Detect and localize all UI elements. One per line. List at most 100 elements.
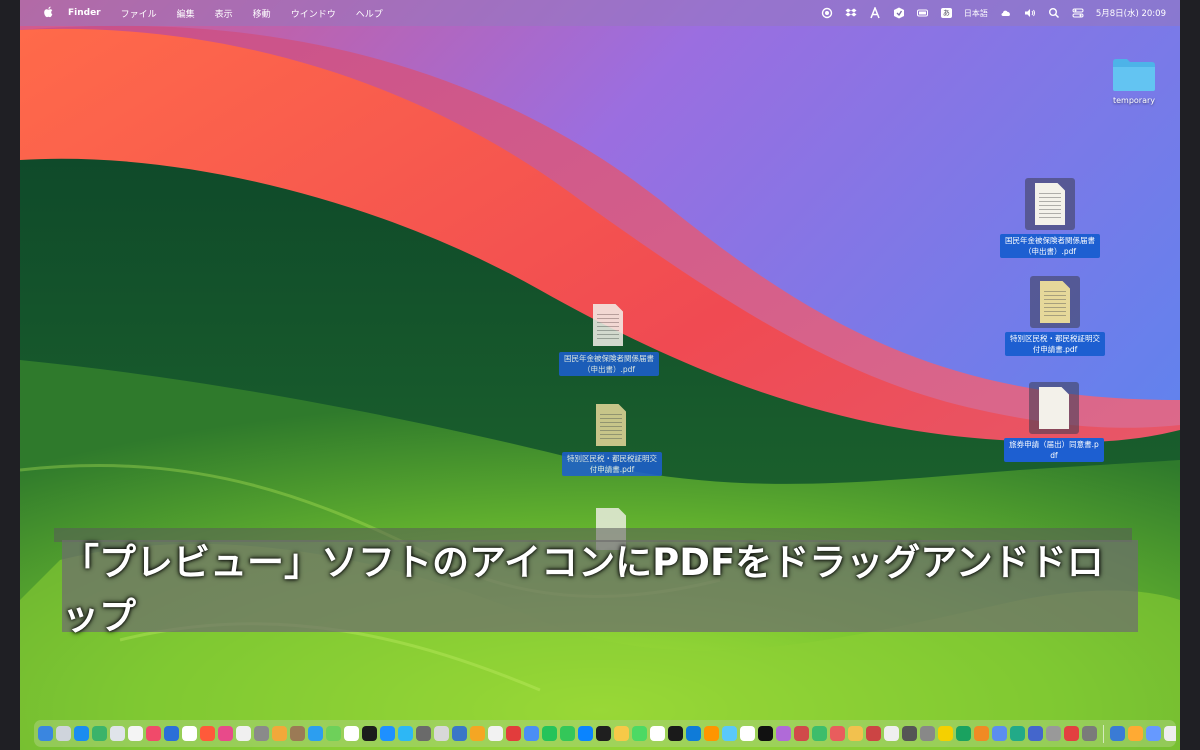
- dock-app-icon[interactable]: [218, 726, 233, 741]
- pdf-file-icon: [1029, 382, 1079, 434]
- desktop-file[interactable]: 旅券申請（届出）同意書.pdf: [1004, 382, 1104, 462]
- dock-app-icon[interactable]: [38, 726, 53, 741]
- dock-app-icon[interactable]: [848, 726, 863, 741]
- record-icon[interactable]: [821, 7, 833, 19]
- dock-app-icon[interactable]: [578, 726, 593, 741]
- dock-app-icon[interactable]: [452, 726, 467, 741]
- dock-app-icon[interactable]: [470, 726, 485, 741]
- dock-app-icon[interactable]: [830, 726, 845, 741]
- dock-app-icon[interactable]: [74, 726, 89, 741]
- dock-separator: [1103, 724, 1104, 743]
- dock-app-icon[interactable]: [938, 726, 953, 741]
- dock-app-icon[interactable]: [344, 726, 359, 741]
- dock-app-icon[interactable]: [1028, 726, 1043, 741]
- dock-app-icon[interactable]: [956, 726, 971, 741]
- menu-clock[interactable]: 5月8日(水) 20:09: [1096, 7, 1166, 19]
- dock-app-icon[interactable]: [1082, 726, 1097, 741]
- font-icon[interactable]: [869, 7, 881, 19]
- battery-icon[interactable]: [916, 7, 929, 19]
- dock-app-icon[interactable]: [146, 726, 161, 741]
- menu-window[interactable]: ウインドウ: [281, 7, 346, 20]
- desktop-file[interactable]: 国民年金被保険者関係届書（申出書）.pdf: [1000, 178, 1100, 258]
- dock-app-icon[interactable]: [128, 726, 143, 741]
- dock-app-icon[interactable]: [290, 726, 305, 741]
- dock-app-icon[interactable]: [722, 726, 737, 741]
- dock-app-icon[interactable]: [812, 726, 827, 741]
- dragging-file[interactable]: 国民年金被保険者関係届書（申出書）.pdf: [559, 304, 659, 376]
- menu-edit[interactable]: 編集: [167, 7, 205, 20]
- dock-app-icon[interactable]: [308, 726, 323, 741]
- dock: [34, 720, 1176, 747]
- dock-app-icon[interactable]: [1064, 726, 1079, 741]
- dock-app-icon[interactable]: [362, 726, 377, 741]
- cloud-icon[interactable]: [1000, 7, 1012, 19]
- dock-app-icon[interactable]: [254, 726, 269, 741]
- dock-app-icon[interactable]: [326, 726, 341, 741]
- dock-app-icon[interactable]: [776, 726, 791, 741]
- input-source-label[interactable]: 日本語: [964, 8, 988, 19]
- dragging-file[interactable]: 特別区民税・都民税証明交付申請書.pdf: [562, 404, 662, 476]
- dock-app-icon[interactable]: [1010, 726, 1025, 741]
- file-label: 国民年金被保険者関係届書（申出書）.pdf: [1000, 234, 1100, 258]
- dock-app-icon[interactable]: [1164, 726, 1176, 741]
- volume-icon[interactable]: [1024, 7, 1036, 19]
- dock-app-icon[interactable]: [272, 726, 287, 741]
- dock-app-icon[interactable]: [236, 726, 251, 741]
- dock-app-icon[interactable]: [416, 726, 431, 741]
- dock-app-icon[interactable]: [1128, 726, 1143, 741]
- menu-go[interactable]: 移動: [243, 7, 281, 20]
- vpn-icon[interactable]: [893, 7, 905, 19]
- dock-app-icon[interactable]: [92, 726, 107, 741]
- dock-app-icon[interactable]: [866, 726, 881, 741]
- dock-app-icon[interactable]: [110, 726, 125, 741]
- dock-app-icon[interactable]: [596, 726, 611, 741]
- dock-app-icon[interactable]: [200, 726, 215, 741]
- menu-help[interactable]: ヘルプ: [346, 7, 393, 20]
- file-label: 国民年金被保険者関係届書（申出書）.pdf: [559, 352, 659, 376]
- desktop-folder[interactable]: temporary: [1084, 56, 1184, 105]
- dock-app-icon[interactable]: [506, 726, 521, 741]
- dock-app-icon[interactable]: [488, 726, 503, 741]
- dock-app-icon[interactable]: [1046, 726, 1061, 741]
- dock-app-icon[interactable]: [740, 726, 755, 741]
- dock-app-icon[interactable]: [992, 726, 1007, 741]
- dock-app-icon[interactable]: [164, 726, 179, 741]
- dropbox-icon[interactable]: [845, 7, 857, 19]
- dock-app-icon[interactable]: [1146, 726, 1161, 741]
- dock-app-icon[interactable]: [632, 726, 647, 741]
- dock-app-icon[interactable]: [182, 726, 197, 741]
- search-icon[interactable]: [1048, 7, 1060, 19]
- dock-app-icon[interactable]: [434, 726, 449, 741]
- desktop-file[interactable]: 特別区民税・都民税証明交付申請書.pdf: [1005, 276, 1105, 356]
- apple-menu-icon[interactable]: [34, 6, 64, 21]
- dock-app-icon[interactable]: [398, 726, 413, 741]
- dock-app-icon[interactable]: [560, 726, 575, 741]
- dock-app-icon[interactable]: [1110, 726, 1125, 741]
- dock-app-icon[interactable]: [542, 726, 557, 741]
- dock-app-icon[interactable]: [902, 726, 917, 741]
- dock-app-icon[interactable]: [974, 726, 989, 741]
- dock-app-icon[interactable]: [614, 726, 629, 741]
- control-center-icon[interactable]: [1072, 7, 1084, 19]
- dock-app-icon[interactable]: [380, 726, 395, 741]
- dock-app-icon[interactable]: [668, 726, 683, 741]
- file-label: 特別区民税・都民税証明交付申請書.pdf: [562, 452, 662, 476]
- menu-view[interactable]: 表示: [205, 7, 243, 20]
- dock-app-icon[interactable]: [686, 726, 701, 741]
- video-caption: 「プレビュー」ソフトのアイコンにPDFをドラッグアンドドロップ: [62, 540, 1138, 638]
- dock-app-icon[interactable]: [884, 726, 899, 741]
- dock-app-icon[interactable]: [794, 726, 809, 741]
- caption-text: 「プレビュー」ソフトのアイコンにPDFをドラッグアンドドロップ: [62, 541, 1104, 638]
- dock-app-icon[interactable]: [524, 726, 539, 741]
- dock-app-icon[interactable]: [920, 726, 935, 741]
- pdf-file-icon: [596, 404, 628, 448]
- menu-file[interactable]: ファイル: [111, 7, 167, 20]
- input-source-icon[interactable]: あ: [940, 8, 952, 18]
- dock-app-icon[interactable]: [758, 726, 773, 741]
- dock-app-icon[interactable]: [704, 726, 719, 741]
- menu-app-finder[interactable]: Finder: [64, 8, 111, 18]
- file-label: 旅券申請（届出）同意書.pdf: [1004, 438, 1104, 462]
- dock-app-icon[interactable]: [56, 726, 71, 741]
- pdf-file-icon: [1025, 178, 1075, 230]
- dock-app-icon[interactable]: [650, 726, 665, 741]
